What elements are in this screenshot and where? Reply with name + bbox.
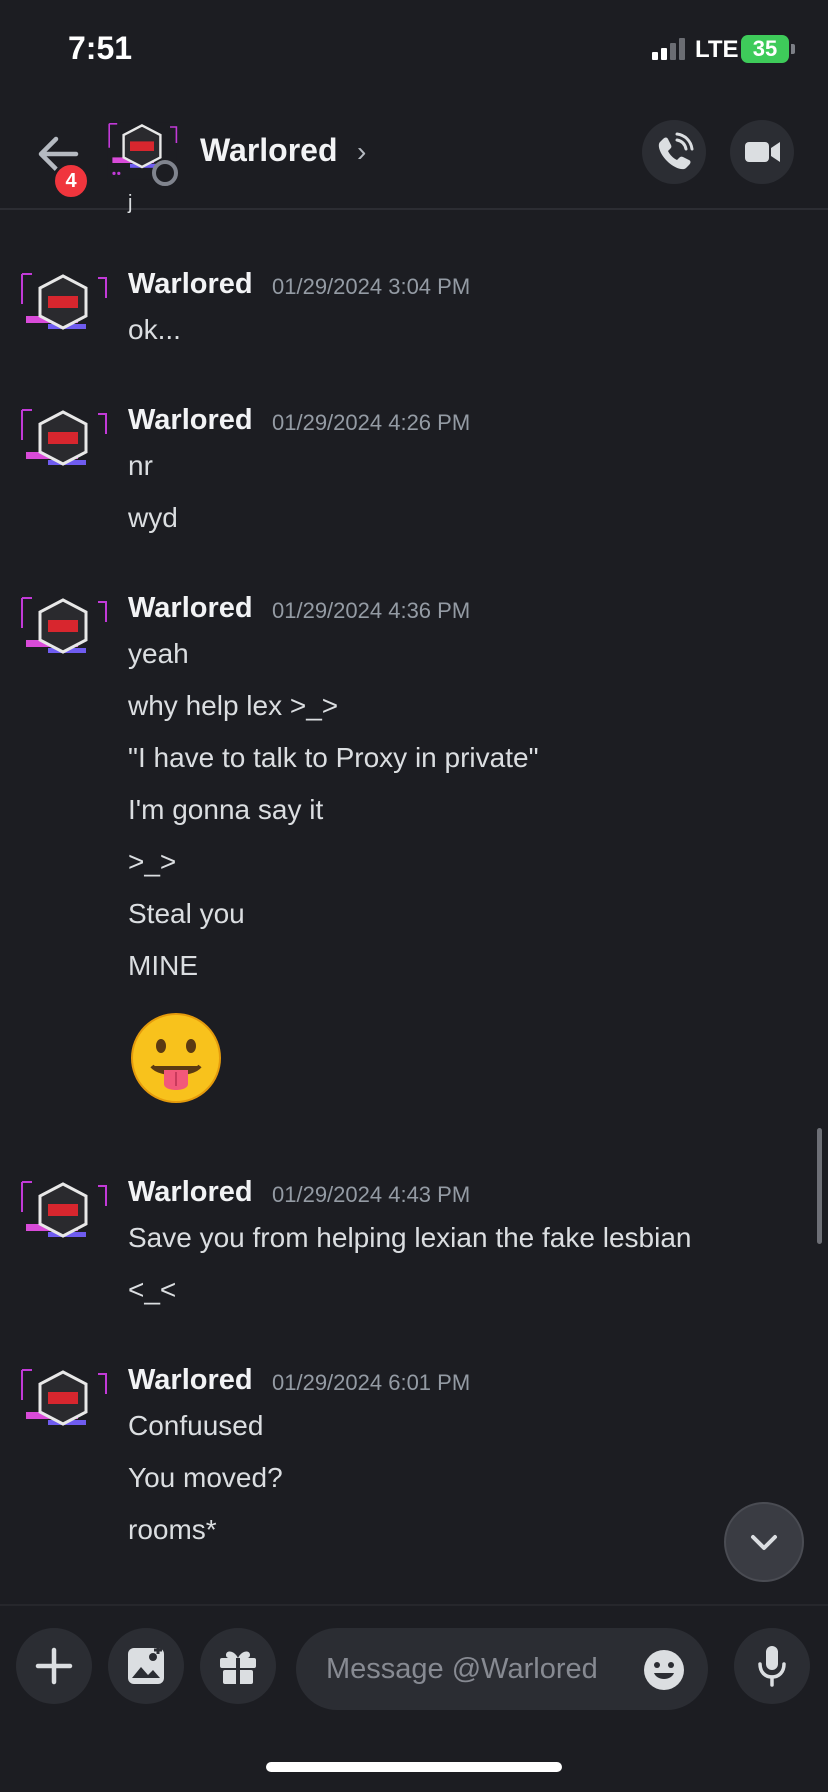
video-camera-icon — [745, 142, 780, 162]
message-author[interactable]: Warlored — [128, 592, 253, 625]
message-text[interactable]: rooms* — [128, 1514, 217, 1546]
avatar[interactable] — [18, 1176, 108, 1256]
chat-header: 4 Warlored › — [0, 100, 828, 210]
message-timestamp: 01/29/2024 4:43 PM — [272, 1182, 471, 1207]
phone-icon — [658, 132, 694, 170]
emoji-picker-icon[interactable] — [642, 1648, 686, 1692]
chevron-down-icon — [751, 1535, 777, 1550]
message-author[interactable]: Warlored — [128, 268, 253, 301]
add-attachment-button[interactable] — [16, 1628, 92, 1704]
message-text[interactable]: yeah — [128, 638, 189, 670]
message-timestamp: 01/29/2024 3:04 PM — [272, 274, 471, 299]
image-icon — [128, 1646, 164, 1684]
video-call-button[interactable] — [730, 120, 794, 184]
message-input[interactable] — [324, 1646, 628, 1692]
cutoff-message-fragment: j — [128, 192, 133, 214]
contact-name[interactable]: Warlored — [200, 132, 338, 169]
status-bar: 7:51 LTE 35 — [0, 0, 828, 100]
signal-icon — [652, 38, 686, 60]
microphone-icon — [758, 1646, 786, 1687]
message-text[interactable]: "I have to talk to Proxy in private" — [128, 742, 539, 774]
message-text[interactable]: why help lex >_> — [128, 690, 338, 722]
avatar[interactable] — [18, 592, 108, 672]
message-text[interactable]: Confuused — [128, 1410, 263, 1442]
tongue-face-emoji-icon[interactable] — [128, 1010, 224, 1106]
battery-tip — [791, 44, 795, 54]
message-input-wrapper — [296, 1628, 708, 1710]
message-timestamp: 01/29/2024 4:26 PM — [272, 410, 471, 435]
status-time: 7:51 — [68, 30, 133, 66]
message-text[interactable]: >_> — [128, 846, 176, 878]
scrollbar[interactable] — [817, 1128, 822, 1244]
message-author[interactable]: Warlored — [128, 1176, 253, 1209]
message-author[interactable]: Warlored — [128, 1364, 253, 1397]
message-text[interactable]: <_< — [128, 1274, 176, 1306]
message-author[interactable]: Warlored — [128, 404, 253, 437]
avatar[interactable] — [18, 404, 108, 484]
message-text[interactable]: I'm gonna say it — [128, 794, 323, 826]
voice-call-button[interactable] — [642, 120, 706, 184]
chevron-right-icon[interactable]: › — [357, 136, 366, 168]
gift-icon — [220, 1651, 256, 1684]
unread-badge: 4 — [52, 162, 90, 200]
avatar[interactable] — [18, 1364, 108, 1444]
voice-message-button[interactable] — [734, 1628, 810, 1704]
network-type: LTE — [695, 36, 739, 63]
message-text[interactable]: wyd — [128, 502, 178, 534]
plus-icon — [35, 1647, 73, 1685]
avatar[interactable] — [18, 268, 108, 348]
message-text[interactable]: You moved? — [128, 1462, 283, 1494]
message-text[interactable]: Save you from helping lexian the fake le… — [128, 1222, 691, 1254]
battery-level: 35 — [752, 36, 778, 61]
jump-to-present-button[interactable] — [724, 1502, 804, 1582]
message-text[interactable]: ok... — [128, 314, 181, 346]
battery-icon: 35 — [741, 35, 789, 63]
gift-button[interactable] — [200, 1628, 276, 1704]
message-text[interactable]: MINE — [128, 950, 198, 982]
message-text[interactable]: Steal you — [128, 898, 245, 930]
message-timestamp: 01/29/2024 6:01 PM — [272, 1370, 471, 1395]
message-composer — [0, 1604, 828, 1726]
image-picker-button[interactable] — [108, 1628, 184, 1704]
message-text[interactable]: nr — [128, 450, 153, 482]
message-timestamp: 01/29/2024 4:36 PM — [272, 598, 471, 623]
home-indicator[interactable] — [266, 1762, 562, 1772]
offline-status-icon — [152, 160, 178, 186]
